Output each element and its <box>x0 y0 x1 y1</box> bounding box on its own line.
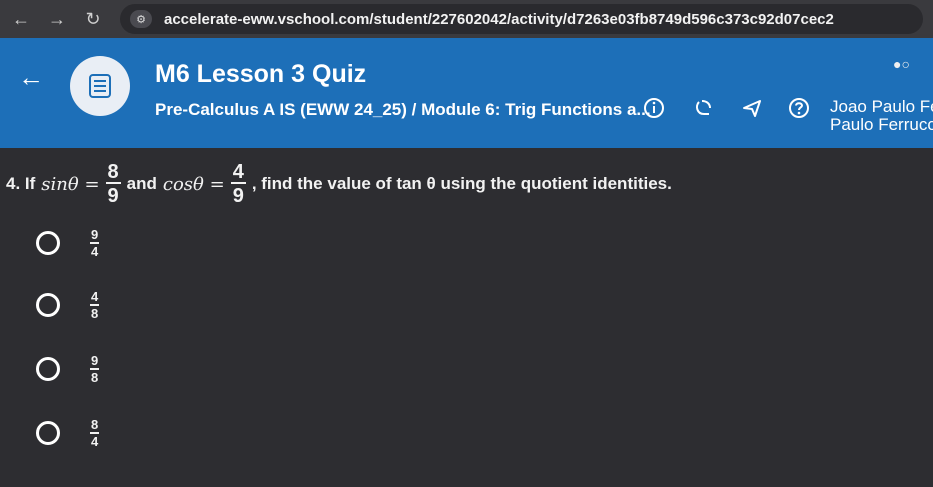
option-numerator: 4 <box>90 289 100 306</box>
breadcrumb[interactable]: Pre-Calculus A IS (EWW 24_25) / Module 6… <box>155 100 651 120</box>
forward-icon[interactable]: → <box>42 4 72 34</box>
option-denominator: 4 <box>91 244 99 259</box>
cos-fraction: 4 9 <box>230 161 246 207</box>
user-name[interactable]: Joao Paulo Ferr Paulo Ferrucci S <box>830 98 933 134</box>
cos-numerator: 4 <box>230 161 246 184</box>
translate-icon[interactable] <box>690 94 718 122</box>
send-icon[interactable] <box>738 94 766 122</box>
option-numerator: 9 <box>90 227 100 244</box>
address-bar[interactable]: ⚙ accelerate-eww.vschool.com/student/227… <box>120 4 923 34</box>
question-area: 4. If sinθ = 8 9 and cosθ = 4 9 , find t… <box>0 148 933 487</box>
option-denominator: 8 <box>91 370 99 385</box>
option-fraction: 9 8 <box>90 353 100 385</box>
answer-option[interactable]: 8 4 <box>36 417 100 449</box>
page-title: M6 Lesson 3 Quiz <box>155 60 367 88</box>
option-fraction: 8 4 <box>90 417 100 449</box>
option-denominator: 4 <box>91 434 99 449</box>
option-numerator: 8 <box>90 417 100 434</box>
accessibility-icon[interactable]: ●○ <box>893 56 910 72</box>
question-text: 4. If sinθ = 8 9 and cosθ = 4 9 , find t… <box>6 162 672 206</box>
back-arrow-icon[interactable]: ← <box>18 62 48 92</box>
user-name-line2: Paulo Ferrucci S <box>830 115 933 134</box>
url-text[interactable]: accelerate-eww.vschool.com/student/22760… <box>164 11 834 28</box>
quiz-header: ← M6 Lesson 3 Quiz Pre-Calculus A IS (EW… <box>0 38 933 148</box>
lesson-list-icon <box>70 56 130 116</box>
radio-button[interactable] <box>36 357 60 381</box>
answer-option[interactable]: 4 8 <box>36 289 100 321</box>
question-number: 4. If <box>6 174 36 193</box>
option-fraction: 9 4 <box>90 227 100 259</box>
sin-denominator: 9 <box>107 185 119 207</box>
user-name-line1: Joao Paulo Ferr <box>830 97 933 116</box>
cos-expression: cosθ = <box>162 173 225 195</box>
question-suffix: , find the value of tan θ using the quot… <box>251 174 672 193</box>
option-fraction: 4 8 <box>90 289 100 321</box>
sin-expression: sinθ = <box>41 173 100 195</box>
radio-button[interactable] <box>36 293 60 317</box>
answer-option[interactable]: 9 4 <box>36 227 100 259</box>
answer-option[interactable]: 9 8 <box>36 353 100 385</box>
option-denominator: 8 <box>91 306 99 321</box>
browser-toolbar: ← → ↻ ⚙ accelerate-eww.vschool.com/stude… <box>0 0 933 38</box>
back-icon[interactable]: ← <box>6 4 36 34</box>
radio-button[interactable] <box>36 231 60 255</box>
cos-denominator: 9 <box>232 185 244 207</box>
sin-fraction: 8 9 <box>105 161 121 207</box>
radio-button[interactable] <box>36 421 60 445</box>
reload-icon[interactable]: ↻ <box>78 4 108 34</box>
site-settings-icon[interactable]: ⚙ <box>130 10 152 28</box>
help-icon[interactable] <box>785 94 813 122</box>
and-text: and <box>126 174 157 193</box>
info-icon[interactable] <box>640 94 668 122</box>
option-numerator: 9 <box>90 353 100 370</box>
sin-numerator: 8 <box>105 161 121 184</box>
